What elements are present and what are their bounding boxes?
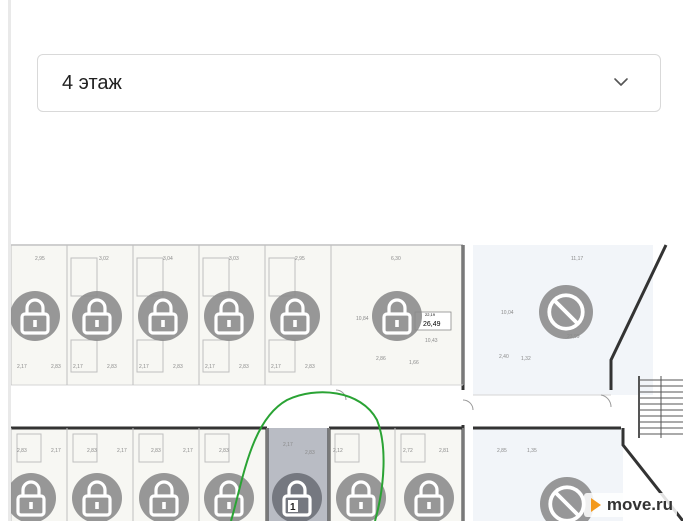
area-label: 2,40 bbox=[499, 354, 509, 360]
unavailable-icon[interactable] bbox=[539, 285, 593, 339]
dimension-label: 2,17 bbox=[117, 448, 127, 454]
dimension-label: 2,83 bbox=[87, 448, 97, 454]
area-badge-small: 22,19 bbox=[425, 312, 436, 317]
dimension-label: 1,35 bbox=[527, 448, 537, 454]
dimension-label: 2,83 bbox=[173, 364, 183, 370]
watermark-text: move.ru bbox=[606, 495, 673, 514]
dimension-label: 2,17 bbox=[271, 364, 281, 370]
lock-icon[interactable] bbox=[404, 473, 454, 521]
lock-icon[interactable] bbox=[139, 473, 189, 521]
area-label: 10,84 bbox=[356, 316, 369, 322]
dimension-label: 11,17 bbox=[571, 256, 583, 262]
dimension-label: 2,95 bbox=[35, 256, 45, 262]
dimension-label: 2,17 bbox=[73, 364, 83, 370]
area-label: 1,66 bbox=[409, 360, 419, 366]
area-label: 1,32 bbox=[521, 356, 531, 362]
floor-plan-drawing: 2,95 3,02 3,04 3,03 2,95 6,30 11,17 2,17 2,83 2,1… bbox=[11, 244, 683, 521]
dimension-label: 2,81 bbox=[439, 448, 449, 454]
chevron-down-icon[interactable] bbox=[610, 71, 632, 93]
dimension-label: 2,83 bbox=[305, 364, 315, 370]
floor-plan: 2,95 3,02 3,04 3,03 2,95 6,30 11,17 2,17 2,83 2,1… bbox=[11, 240, 683, 521]
lock-icon[interactable] bbox=[336, 473, 386, 521]
lock-icon[interactable] bbox=[72, 473, 122, 521]
dimension-label: 2,83 bbox=[107, 364, 117, 370]
lock-icon[interactable] bbox=[72, 291, 122, 341]
dimension-label: 2,83 bbox=[17, 448, 27, 454]
watermark: move.ru bbox=[583, 493, 677, 517]
selected-unit-badge-label: 1 bbox=[290, 502, 296, 513]
lock-icon[interactable] bbox=[270, 291, 320, 341]
area-label: 10,04 bbox=[501, 310, 514, 316]
selected-unit-badge[interactable]: 1 bbox=[272, 473, 322, 521]
dimension-label: 2,17 bbox=[205, 364, 215, 370]
dimension-label: 2,17 bbox=[17, 364, 27, 370]
lock-icon[interactable] bbox=[204, 291, 254, 341]
area-badge-value: 26,49 bbox=[423, 321, 441, 328]
floor-select-value: 4 этаж bbox=[62, 72, 122, 94]
move-logo-icon bbox=[590, 498, 601, 512]
dimension-label: 2,95 bbox=[295, 256, 305, 262]
dimension-label: 2,72 bbox=[403, 448, 413, 454]
lock-icon[interactable] bbox=[372, 291, 422, 341]
dimension-label: 6,30 bbox=[391, 256, 401, 262]
dimension-label: 2,83 bbox=[151, 448, 161, 454]
selected-unit-label: 2,83 bbox=[305, 450, 315, 456]
dimension-label: 2,12 bbox=[333, 448, 343, 454]
dimension-label: 3,03 bbox=[229, 256, 239, 262]
dimension-label: 3,04 bbox=[163, 256, 173, 262]
lock-icon[interactable] bbox=[138, 291, 188, 341]
area-label: 2,86 bbox=[376, 356, 386, 362]
dimension-label: 2,83 bbox=[51, 364, 61, 370]
selected-unit-label: 2,17 bbox=[283, 442, 293, 448]
dimension-label: 2,85 bbox=[497, 448, 507, 454]
lock-icon[interactable] bbox=[11, 291, 60, 341]
dimension-label: 2,17 bbox=[51, 448, 61, 454]
floor-select[interactable]: 4 этаж bbox=[37, 54, 661, 112]
dimension-label: 2,83 bbox=[219, 448, 229, 454]
dimension-label: 2,17 bbox=[139, 364, 149, 370]
lock-icon[interactable] bbox=[204, 473, 254, 521]
dimension-label: 2,83 bbox=[239, 364, 249, 370]
dimension-label: 3,02 bbox=[99, 256, 109, 262]
area-label: 10,43 bbox=[425, 338, 438, 344]
dimension-label: 2,17 bbox=[183, 448, 193, 454]
